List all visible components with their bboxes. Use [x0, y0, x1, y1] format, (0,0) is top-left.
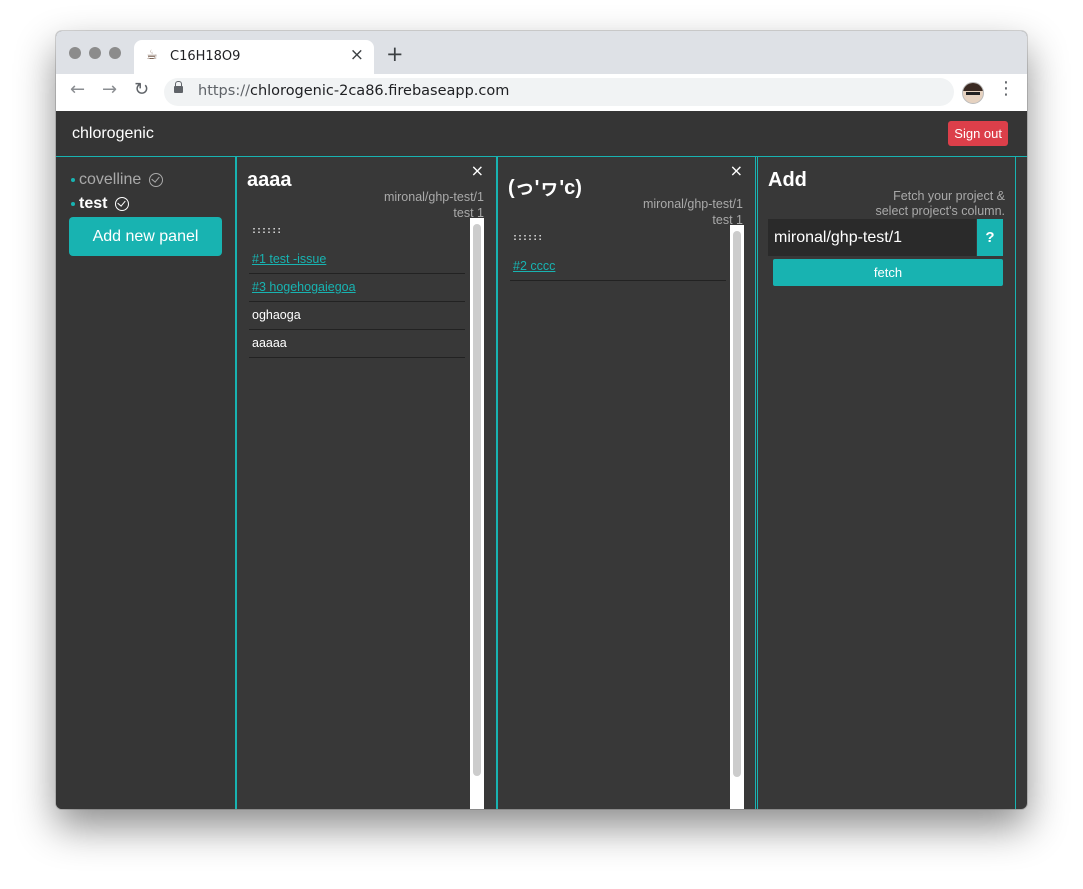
- sidebar-item-covelline[interactable]: covelline: [71, 171, 164, 189]
- project-input[interactable]: [768, 219, 976, 256]
- sign-out-button[interactable]: Sign out: [948, 121, 1008, 146]
- add-panel-title: Add: [768, 169, 807, 191]
- panel-close-icon[interactable]: ×: [730, 161, 743, 180]
- sidebar-item-label: covelline: [79, 171, 142, 188]
- panel-close-icon[interactable]: ×: [471, 161, 484, 180]
- address-bar[interactable]: https://chlorogenic-2ca86.firebaseapp.co…: [164, 78, 980, 106]
- tab-strip: ☕ C16H18O9 × +: [56, 31, 1027, 74]
- sidebar-item-label: test: [79, 195, 108, 212]
- panel-scrollbar[interactable]: [730, 225, 744, 809]
- add-new-panel-button[interactable]: Add new panel: [69, 217, 222, 256]
- card-item[interactable]: #2 cccc: [510, 253, 726, 281]
- panel-kaomoji: (っ'ヮ'c) × mironal/ghp-test/1 test 1 ::::…: [497, 157, 756, 809]
- app-header: chlorogenic Sign out: [56, 111, 1027, 157]
- card-list: #1 test -issue #3 hogehogaiegoa oghaoga …: [249, 246, 465, 358]
- app-brand[interactable]: chlorogenic: [72, 125, 154, 143]
- card-item[interactable]: #1 test -issue: [249, 246, 465, 274]
- drag-handle-icon[interactable]: ::::::: [512, 232, 543, 243]
- sidebar-item-test[interactable]: test: [71, 195, 130, 213]
- panel-meta: mironal/ghp-test/1 test 1: [643, 196, 743, 228]
- drag-handle-icon[interactable]: ::::::: [251, 225, 282, 236]
- tab-title: C16H18O9: [170, 49, 241, 64]
- browser-menu-icon[interactable]: ⋮: [997, 80, 1015, 98]
- card-item[interactable]: aaaaa: [249, 330, 465, 358]
- window-maximize-dot[interactable]: [109, 47, 121, 59]
- panel-scrollbar[interactable]: [470, 218, 484, 809]
- profile-avatar[interactable]: [962, 82, 984, 104]
- help-button[interactable]: ?: [977, 219, 1003, 256]
- forward-icon[interactable]: →: [102, 81, 117, 99]
- scrollbar-thumb[interactable]: [473, 224, 481, 776]
- edit-check-icon[interactable]: [149, 173, 164, 187]
- back-icon[interactable]: ←: [70, 81, 85, 99]
- window-close-dot[interactable]: [69, 47, 81, 59]
- fetch-button[interactable]: fetch: [773, 259, 1003, 286]
- lock-icon: [174, 81, 183, 93]
- reload-icon[interactable]: ↻: [134, 81, 149, 99]
- panel-title: (っ'ヮ'c): [508, 177, 582, 199]
- card-list: #2 cccc: [510, 253, 726, 281]
- url-text: https://chlorogenic-2ca86.firebaseapp.co…: [198, 83, 510, 99]
- scrollbar-thumb[interactable]: [733, 231, 741, 777]
- tab-close-icon[interactable]: ×: [350, 45, 364, 65]
- card-item[interactable]: #3 hogehogaiegoa: [249, 274, 465, 302]
- edit-check-icon[interactable]: [115, 197, 130, 211]
- add-panel-description: Fetch your project & select project's co…: [875, 189, 1005, 218]
- panel-column: test 1: [712, 213, 743, 227]
- sidebar: covelline test Add new panel: [56, 157, 236, 809]
- add-panel: Add Fetch your project & select project'…: [757, 157, 1016, 809]
- window-minimize-dot[interactable]: [89, 47, 101, 59]
- browser-toolbar: ← → ↻ https://chlorogenic-2ca86.firebase…: [56, 74, 1027, 112]
- panel-aaaa: aaaa × mironal/ghp-test/1 test 1 :::::: …: [236, 157, 497, 809]
- coffee-icon: ☕: [146, 48, 158, 63]
- panel-repo: mironal/ghp-test/1: [383, 190, 484, 204]
- panel-repo: mironal/ghp-test/1: [642, 197, 743, 211]
- browser-tab[interactable]: ☕ C16H18O9 ×: [134, 40, 374, 74]
- card-item[interactable]: oghaoga: [249, 302, 465, 330]
- panel-meta: mironal/ghp-test/1 test 1: [384, 189, 484, 221]
- new-tab-button[interactable]: +: [386, 44, 404, 65]
- browser-window: ☕ C16H18O9 × + ← → ↻ https://chlorogenic…: [56, 31, 1027, 809]
- panel-column: test 1: [453, 206, 484, 220]
- panel-title: aaaa: [247, 169, 292, 191]
